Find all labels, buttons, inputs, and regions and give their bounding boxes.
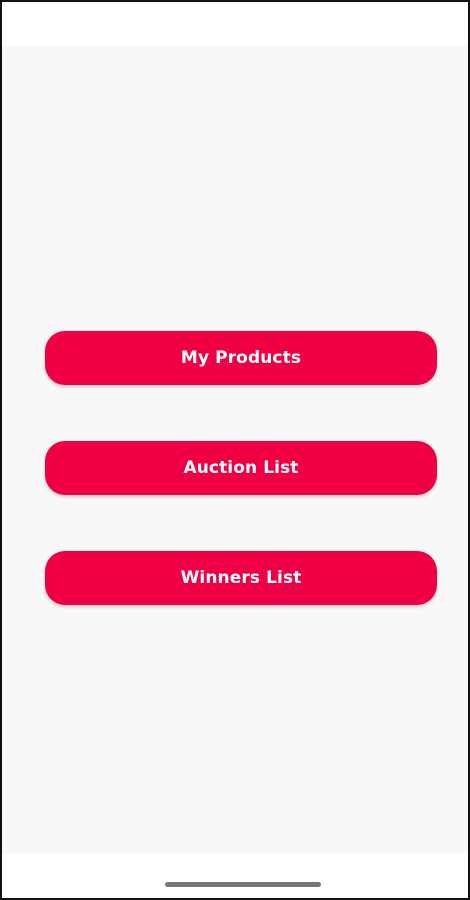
auction-list-button[interactable]: Auction List [45,441,437,495]
main-content: My Products Auction List Winners List [2,46,468,858]
status-bar [2,2,468,46]
menu-buttons: My Products Auction List Winners List [45,331,437,661]
system-navigation [2,854,468,898]
home-indicator[interactable] [165,882,321,887]
phone-screen: My Products Auction List Winners List [0,0,470,900]
my-products-button[interactable]: My Products [45,331,437,385]
winners-list-button[interactable]: Winners List [45,551,437,605]
